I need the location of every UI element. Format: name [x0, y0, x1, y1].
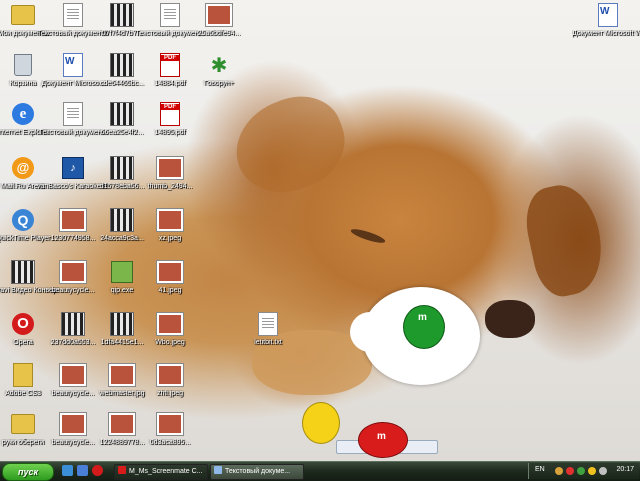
messenger-icon[interactable]	[588, 467, 596, 475]
recycle-bin-icon	[10, 52, 36, 78]
green-mm-character[interactable]: m	[403, 305, 445, 349]
screenmate-icon	[118, 466, 126, 474]
desktop-icon-image-file[interactable]: 0d3aca895...	[134, 411, 206, 447]
desktop-icon-image-file[interactable]: Wbo.jpeg	[134, 311, 206, 347]
image-file-icon	[157, 207, 183, 233]
icon-label: letitbit.txt	[254, 339, 282, 346]
gear-app-icon: ✱	[210, 53, 228, 77]
desktop-icon-image-file[interactable]: 25a6bdfe94...	[183, 2, 255, 38]
word-document-icon	[595, 2, 621, 28]
video-file-icon	[109, 155, 135, 181]
desktop-icon-image-file[interactable]: thumb_2494...	[134, 155, 206, 191]
desktop-icon-image-file[interactable]: 41.jpeg	[134, 259, 206, 295]
video-file-icon	[109, 207, 135, 233]
puppy-nose	[485, 300, 535, 338]
icon-label: 0d3aca895...	[149, 439, 191, 446]
folder-icon	[10, 411, 36, 437]
speaker-icon[interactable]	[566, 467, 574, 475]
text-file-icon	[60, 101, 86, 127]
opera-icon: O	[10, 311, 36, 337]
pdf-file-icon	[157, 52, 183, 78]
yellow-mm-character[interactable]	[302, 402, 340, 444]
text-file-icon	[157, 2, 183, 28]
image-file-icon	[109, 362, 135, 388]
icon-label: 14895.pdf	[154, 129, 186, 136]
desktop-icon-pdf-file[interactable]: 14895.pdf	[134, 101, 206, 137]
icon-label: 41.jpeg	[158, 287, 182, 294]
pdf-file-icon	[157, 101, 183, 127]
internet-explorer-icon[interactable]	[77, 465, 88, 476]
video-file-icon	[60, 311, 86, 337]
task-label: M_Ms_Screenmate C...	[129, 468, 203, 475]
image-file-icon	[206, 2, 232, 28]
image-file-icon	[157, 311, 183, 337]
icon-label: Документ Microsoft W...	[572, 30, 640, 37]
karaoke-player-icon: ♪	[60, 155, 86, 181]
security-icon[interactable]	[555, 467, 563, 475]
video-file-icon	[109, 2, 135, 28]
notepad-icon	[214, 466, 222, 474]
image-file-icon	[60, 362, 86, 388]
opera-icon[interactable]	[92, 465, 103, 476]
desktop-wallpaper: Мои документы Корзина e Internet Explore…	[0, 0, 640, 461]
image-file-icon	[60, 259, 86, 285]
mail-agent-icon: @	[10, 155, 36, 181]
icon-label: Wbo.jpeg	[155, 339, 185, 346]
image-file-icon	[157, 155, 183, 181]
image-file-icon	[60, 411, 86, 437]
desktop-icon-word-document[interactable]: Документ Microsoft W...	[572, 2, 640, 38]
task-label: Текстовый докуме...	[225, 468, 291, 475]
system-tray: EN 20:17	[528, 463, 639, 479]
internet-explorer-icon: e	[10, 101, 36, 127]
taskbar-item-screenmate[interactable]: M_Ms_Screenmate C...	[114, 464, 208, 480]
my-documents-icon	[10, 2, 36, 28]
desktop-icon-image-file[interactable]: xz.jpeg	[134, 207, 206, 243]
word-document-icon	[60, 52, 86, 78]
image-file-icon	[60, 207, 86, 233]
image-file-icon	[157, 362, 183, 388]
icon-label: Говорун+	[203, 80, 235, 87]
taskbar-item-text-document[interactable]: Текстовый докуме...	[210, 464, 304, 480]
icon-label: xz.jpeg	[158, 235, 182, 242]
quicktime-icon: Q	[10, 207, 36, 233]
icon-label: zhti.jpeg	[156, 390, 184, 397]
red-mm-character[interactable]: m	[358, 422, 408, 458]
clock[interactable]: 20:17	[616, 466, 634, 473]
exe-file-icon	[109, 259, 135, 285]
image-file-icon	[157, 259, 183, 285]
puppy-ear-right	[519, 178, 611, 302]
movavi-icon	[10, 259, 36, 285]
taskbar: пуск M_Ms_Screenmate C... Текстовый доку…	[0, 461, 640, 481]
desktop-icon-image-file[interactable]: zhti.jpeg	[134, 362, 206, 398]
show-desktop-icon[interactable]	[62, 465, 73, 476]
text-file-icon	[60, 2, 86, 28]
video-file-icon	[109, 52, 135, 78]
start-button[interactable]: пуск	[2, 463, 54, 481]
desktop-icon-letitbit[interactable]: letitbit.txt	[232, 311, 304, 347]
adobe-folder-icon	[10, 362, 36, 388]
video-file-icon	[109, 311, 135, 337]
network-icon[interactable]	[577, 467, 585, 475]
language-indicator[interactable]: EN	[535, 466, 545, 473]
video-file-icon	[109, 101, 135, 127]
puppy-eye	[349, 226, 387, 246]
text-file-icon	[255, 311, 281, 337]
update-icon[interactable]	[599, 467, 607, 475]
desktop-icon-govorun[interactable]: ✱ Говорун+	[183, 52, 255, 88]
image-file-icon	[157, 411, 183, 437]
icon-label: thumb_2494...	[147, 183, 193, 190]
puppy-ear-left	[222, 83, 358, 207]
image-file-icon	[109, 411, 135, 437]
icon-label: 25a6bdfe94...	[197, 30, 241, 37]
